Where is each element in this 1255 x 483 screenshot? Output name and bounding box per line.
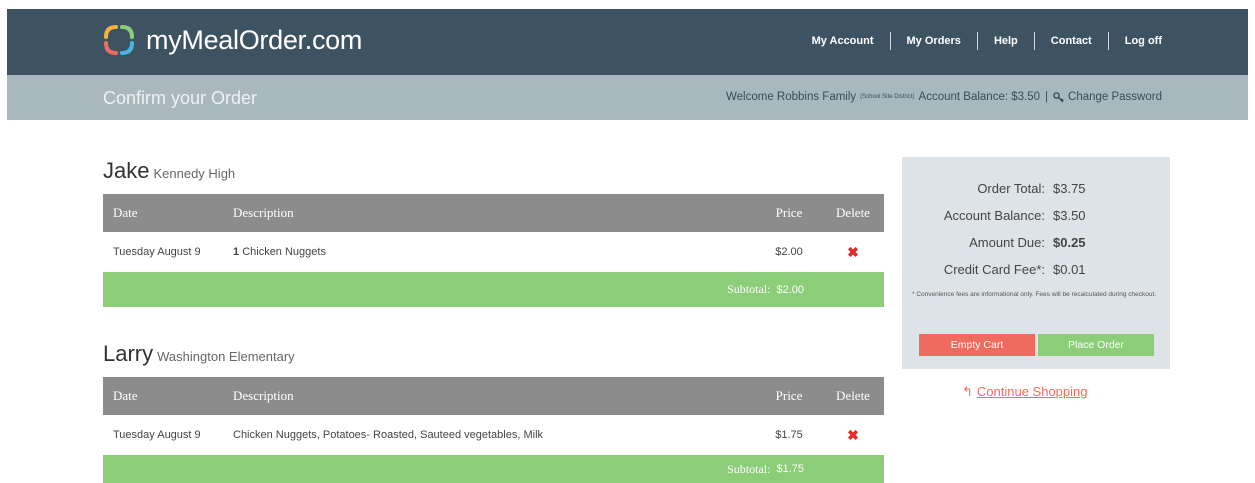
account-info: Welcome Robbins Family (School Site Dist… [726, 91, 1162, 103]
table-header-row: Date Description Price Delete [103, 377, 884, 415]
account-balance-value: $3.50 [1053, 208, 1086, 223]
order-table: Date Description Price Delete Tuesday Au… [103, 377, 884, 455]
brand-name: myMealOrder.com [146, 24, 363, 55]
nav-contact[interactable]: Contact [1051, 35, 1092, 47]
col-description: Description [233, 194, 756, 232]
row-price: $1.75 [775, 429, 803, 441]
row-item: Chicken Nuggets [242, 246, 326, 258]
subtotal-value: $1.75 [776, 463, 804, 475]
row-date: Tuesday August 9 [113, 246, 201, 258]
change-password-link[interactable]: Change Password [1068, 91, 1162, 103]
row-delete-cell: ✖ [822, 232, 884, 272]
table-row: Tuesday August 9 1 Chicken Nuggets $2.00… [103, 232, 884, 272]
col-price: Price [756, 194, 822, 232]
student-heading: Jake Kennedy High [103, 158, 884, 184]
student-order-jake: Jake Kennedy High Date Description Price … [103, 158, 884, 307]
page-title: Confirm your Order [103, 88, 258, 108]
row-date: Tuesday August 9 [113, 429, 201, 441]
brand-logo[interactable]: myMealOrder.com [102, 23, 362, 57]
row-description: Chicken Nuggets, Potatoes- Roasted, Saut… [233, 415, 756, 455]
order-total-row: Order Total: $3.75 [902, 181, 1170, 196]
sub-header: Confirm your Order Welcome Robbins Famil… [7, 75, 1248, 120]
col-date: Date [103, 377, 233, 415]
subtotal-value: $2.00 [776, 283, 804, 296]
cc-fee-label: Credit Card Fee*: [943, 262, 1045, 277]
nav-my-orders[interactable]: My Orders [907, 35, 961, 47]
order-summary-panel: Order Total: $3.75 Account Balance: $3.5… [902, 157, 1170, 369]
student-school: Washington Elementary [157, 349, 295, 364]
col-price: Price [756, 377, 822, 415]
row-description: 1 Chicken Nuggets [233, 232, 756, 272]
subtotal-bar: Subtotal: $2.00 [103, 272, 884, 307]
student-name: Jake [103, 158, 150, 183]
student-heading: Larry Washington Elementary [103, 341, 884, 367]
place-order-button[interactable]: Place Order [1038, 334, 1154, 356]
nav-divider [1033, 32, 1035, 50]
table-row: Tuesday August 9 Chicken Nuggets, Potato… [103, 415, 884, 455]
row-item: Chicken Nuggets, Potatoes- Roasted, Saut… [233, 429, 544, 441]
district-text: (School Site District) [860, 94, 915, 100]
col-delete: Delete [822, 377, 884, 415]
delete-icon[interactable]: ✖ [847, 244, 859, 260]
nav-divider [976, 32, 978, 50]
nav-divider [889, 32, 891, 50]
continue-shopping-label: Continue Shopping [976, 384, 1088, 399]
col-delete: Delete [822, 194, 884, 232]
logo-icon [104, 25, 134, 55]
cc-fee-value: $0.01 [1053, 262, 1086, 277]
table-header-row: Date Description Price Delete [103, 194, 884, 232]
amount-due-value: $0.25 [1053, 235, 1086, 250]
continue-shopping-link[interactable]: ↰ Continue Shopping [962, 384, 1088, 400]
nav-log-off[interactable]: Log off [1125, 35, 1162, 47]
delete-icon[interactable]: ✖ [847, 427, 859, 443]
cc-fee-row: Credit Card Fee*: $0.01 [902, 262, 1170, 277]
col-description: Description [233, 377, 756, 415]
header-separator: | [1045, 91, 1049, 103]
row-quantity: 1 [233, 246, 240, 258]
top-nav: My Account My Orders Help Contact Log of… [812, 32, 1162, 50]
subtotal-label: Subtotal: [727, 282, 771, 296]
student-name: Larry [103, 341, 154, 366]
subtotal-label: Subtotal: [727, 461, 771, 476]
header-account-balance: Account Balance: $3.50 [918, 91, 1041, 103]
amount-due-row: Amount Due: $0.25 [902, 235, 1170, 250]
order-total-value: $3.75 [1053, 181, 1086, 196]
return-arrow-icon: ↰ [962, 384, 973, 399]
account-balance-row: Account Balance: $3.50 [902, 208, 1170, 223]
order-table: Date Description Price Delete Tuesday Au… [103, 194, 884, 272]
convenience-fee-note: * Convenience fees are informational onl… [912, 291, 1157, 298]
row-delete-cell: ✖ [822, 415, 884, 455]
nav-divider [1107, 32, 1109, 50]
empty-cart-button[interactable]: Empty Cart [919, 334, 1035, 356]
student-order-larry: Larry Washington Elementary Date Descript… [103, 341, 884, 483]
welcome-text: Welcome Robbins Family [726, 91, 857, 103]
key-icon [1053, 91, 1064, 102]
amount-due-label: Amount Due: [969, 235, 1045, 250]
account-balance-label: Account Balance: [943, 208, 1045, 223]
student-school: Kennedy High [153, 166, 236, 181]
nav-my-account[interactable]: My Account [812, 35, 874, 47]
col-date: Date [103, 194, 233, 232]
nav-help[interactable]: Help [994, 35, 1018, 47]
top-navbar: myMealOrder.com My Account My Orders Hel… [7, 9, 1248, 75]
order-total-label: Order Total: [977, 181, 1045, 196]
row-price: $2.00 [775, 246, 803, 258]
